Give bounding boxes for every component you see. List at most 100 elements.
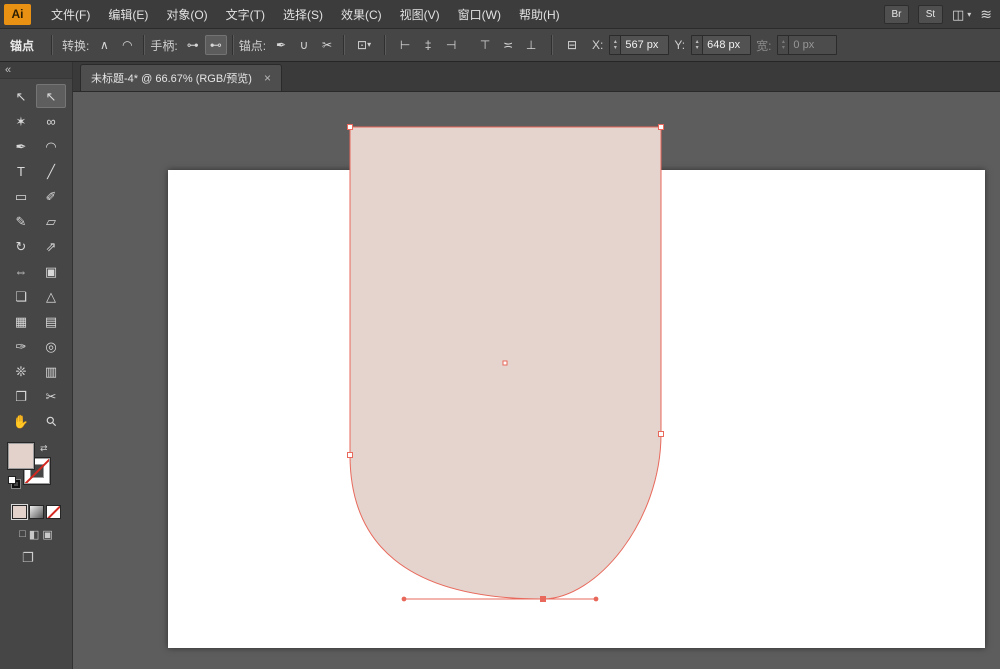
connect-endpoints-icon[interactable]: ∪ [293, 35, 315, 55]
convert-to-smooth-icon[interactable]: ◠ [116, 35, 138, 55]
menu-type[interactable]: 文字(T) [217, 1, 274, 28]
paintbrush-tool[interactable]: ✐ [36, 184, 66, 208]
anchor-point[interactable] [347, 452, 353, 458]
lasso-tool[interactable]: ∞ [36, 109, 66, 133]
fill-swatch[interactable] [8, 443, 34, 469]
screen-mode-button[interactable]: ❐ [22, 550, 34, 566]
illustrator-window: Ai 文件(F) 编辑(E) 对象(O) 文字(T) 选择(S) 效果(C) 视图(V) 窗口… [0, 0, 1000, 669]
separator [384, 35, 386, 55]
line-segment-tool[interactable]: ╱ [36, 159, 66, 183]
control-bar: 锚点 转换:∧◠手柄:⊶⊷锚点:✒∪✂ ⊡▾ ⊢‡⊣ ⊤≍⊥ ⊟ X:▴▾Y:▴… [0, 29, 1000, 62]
menu-file[interactable]: 文件(F) [42, 1, 99, 28]
align-vertical-bottom-icon[interactable]: ⊥ [520, 35, 542, 55]
eraser-tool[interactable]: ▱ [36, 209, 66, 233]
magic-wand-tool[interactable]: ✶ [6, 109, 36, 133]
rotate-tool[interactable]: ↻ [6, 234, 36, 258]
type-tool[interactable]: T [6, 159, 36, 183]
width-stepper: ▴ ▾ [778, 36, 790, 54]
remove-anchor-icon[interactable]: ✒ [270, 35, 292, 55]
tool-panel-header: « [0, 62, 72, 79]
align-horizontal-left-icon[interactable]: ⊢ [394, 35, 416, 55]
y-stepper[interactable]: ▴ ▾ [692, 36, 704, 54]
bridge-button[interactable]: Br [883, 4, 909, 24]
eyedropper-tool[interactable]: ✑ [6, 334, 36, 358]
selected-anchor-point[interactable] [540, 596, 546, 602]
x-field-group: X: ▴ ▾ [591, 35, 670, 55]
horizontal-align-group: ⊢ ‡ ⊣ [394, 35, 462, 55]
free-transform-tool[interactable]: ▣ [36, 259, 66, 283]
show-handles-icon[interactable]: ⊶ [182, 35, 204, 55]
rectangle-tool[interactable]: ▭ [6, 184, 36, 208]
group-label: 手柄: [150, 38, 178, 53]
menu-select[interactable]: 选择(S) [274, 1, 332, 28]
pen-tool[interactable]: ✒ [6, 134, 36, 158]
menu-help[interactable]: 帮助(H) [510, 1, 569, 28]
stepper-down-icon: ▾ [695, 45, 699, 51]
perspective-grid-tool[interactable]: △ [36, 284, 66, 308]
align-vertical-top-icon[interactable]: ⊤ [474, 35, 496, 55]
separator [51, 35, 53, 55]
x-stepper[interactable]: ▴ ▾ [610, 36, 622, 54]
separator [343, 35, 345, 55]
draw-inside-icon[interactable]: ▣ [42, 528, 52, 541]
anchor-point[interactable] [658, 431, 664, 437]
gesture-hand-icon[interactable]: ≋ [980, 6, 992, 23]
direct-selection-tool[interactable]: ↖ [36, 84, 66, 108]
default-fill-stroke-icon[interactable] [8, 476, 21, 489]
handle-dot[interactable] [593, 596, 599, 602]
stepper-down-icon: ▾ [781, 45, 785, 51]
blend-tool[interactable]: ◎ [36, 334, 66, 358]
curvature-tool[interactable]: ◠ [36, 134, 66, 158]
mesh-tool[interactable]: ▦ [6, 309, 36, 333]
menu-edit[interactable]: 编辑(E) [99, 1, 157, 28]
align-horizontal-center-icon[interactable]: ‡ [417, 35, 439, 55]
width-tool[interactable]: ⇔ [6, 259, 36, 283]
selection-tool[interactable]: ↖ [6, 84, 36, 108]
menu-window[interactable]: 窗口(W) [449, 1, 510, 28]
artwork-overlay [347, 124, 664, 602]
gradient-mode-button[interactable] [28, 505, 44, 519]
cut-path-icon[interactable]: ✂ [316, 35, 338, 55]
gradient-tool[interactable]: ▤ [36, 309, 66, 333]
handle-dot[interactable] [401, 596, 407, 602]
align-horizontal-right-icon[interactable]: ⊣ [440, 35, 462, 55]
anchor-point[interactable] [658, 124, 664, 130]
draw-behind-icon[interactable]: ◧ [29, 528, 39, 541]
fill-stroke-swatches: ⇄ [8, 443, 72, 495]
shape-builder-tool[interactable]: ❏ [6, 284, 36, 308]
stock-button[interactable]: St [917, 4, 943, 24]
width-input [789, 39, 837, 51]
group-label: 转换: [62, 38, 90, 53]
symbol-sprayer-tool[interactable]: ❊ [6, 359, 36, 383]
close-tab-icon[interactable]: × [264, 72, 271, 84]
convert-to-corner-icon[interactable]: ∧ [93, 35, 115, 55]
transform-reference-icon: ⊟ [567, 38, 578, 52]
draw-normal-icon[interactable]: □ [19, 528, 26, 541]
tab-bar: 未标题-4* @ 66.67% (RGB/预览) × [73, 62, 1000, 92]
menu-effect[interactable]: 效果(C) [332, 1, 391, 28]
x-input[interactable] [621, 39, 669, 51]
document-tab[interactable]: 未标题-4* @ 66.67% (RGB/预览) × [80, 64, 282, 91]
isolate-mode-button[interactable]: ⊡ ▾ [353, 35, 375, 55]
menu-object[interactable]: 对象(O) [157, 1, 216, 28]
hand-tool[interactable]: ✋ [6, 409, 36, 433]
menu-view[interactable]: 视图(V) [391, 1, 449, 28]
workspace-switcher[interactable]: ◫ ▾ [952, 8, 971, 21]
canvas[interactable] [73, 92, 1000, 669]
artboard-tool[interactable]: ❐ [6, 384, 36, 408]
none-mode-button[interactable] [45, 505, 61, 519]
collapse-panel-button[interactable]: « [5, 64, 11, 76]
separator [551, 35, 553, 55]
menubar: Ai 文件(F) 编辑(E) 对象(O) 文字(T) 选择(S) 效果(C) 视图(V) 窗口… [0, 0, 1000, 29]
hide-handles-icon[interactable]: ⊷ [204, 35, 227, 55]
column-graph-tool[interactable]: ▥ [36, 359, 66, 383]
scale-tool[interactable]: ⇗ [36, 234, 66, 258]
align-vertical-center-icon[interactable]: ≍ [497, 35, 519, 55]
stepper-down-icon: ▾ [613, 45, 617, 51]
swap-fill-stroke-icon[interactable]: ⇄ [40, 443, 48, 454]
anchor-point[interactable] [347, 124, 353, 130]
y-input[interactable] [703, 39, 751, 51]
draw-mode-row: □ ◧ ▣ [0, 528, 72, 541]
color-mode-button[interactable] [10, 504, 28, 520]
pencil-tool[interactable]: ✎ [6, 209, 36, 233]
